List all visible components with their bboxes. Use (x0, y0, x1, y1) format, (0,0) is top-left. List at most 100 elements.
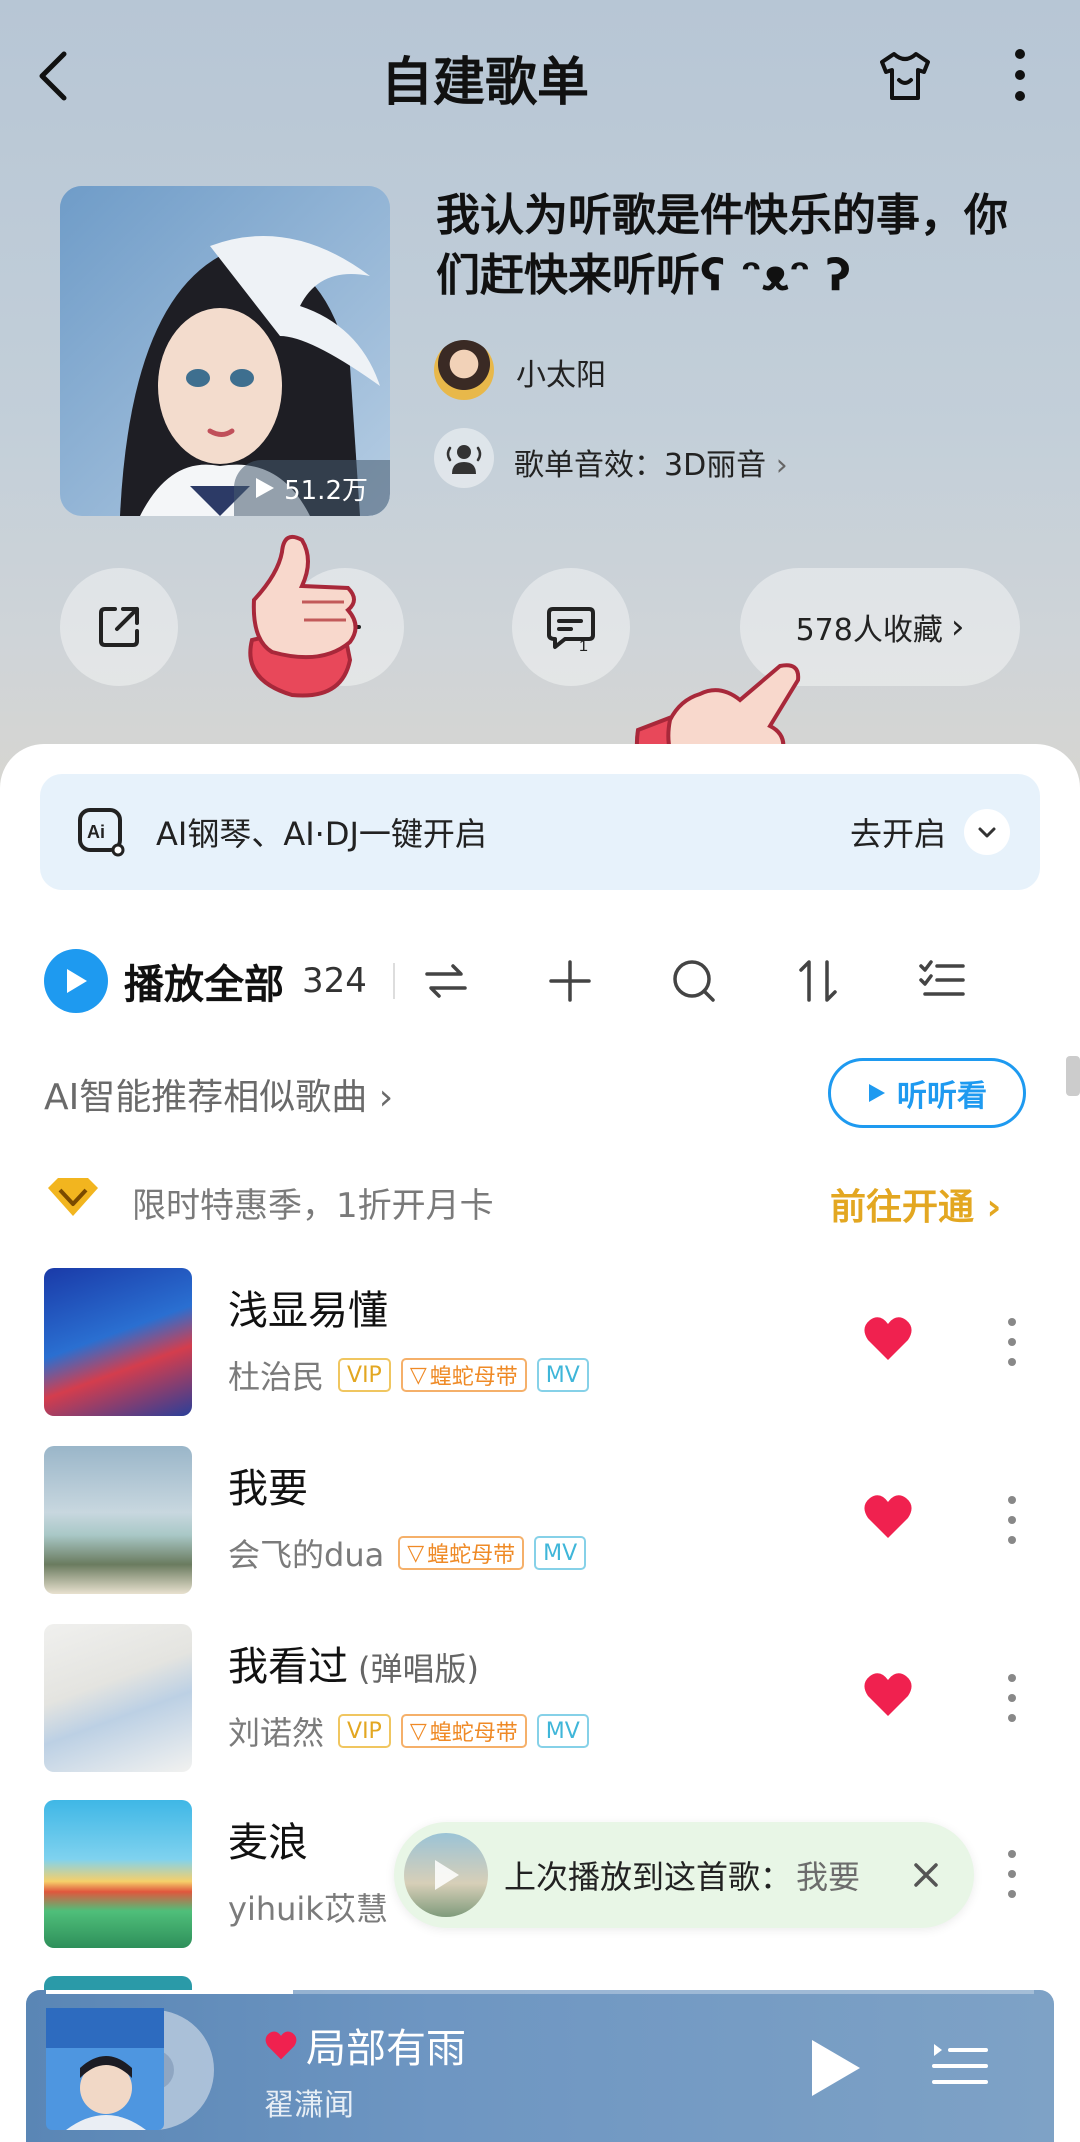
song-list-toolbar: 播放全部 324 (44, 946, 1044, 1016)
svg-text:Ai: Ai (87, 822, 105, 842)
comment-button[interactable]: 1 (512, 568, 630, 686)
now-playing-title: 局部有雨 (306, 2026, 466, 2072)
more-vertical-icon (1015, 49, 1025, 101)
audio-quality-label: 蝗蛇母带 (427, 1543, 516, 1568)
sound-effect-icon (434, 428, 494, 488)
audio-quality-badge: ▽ 蝗蛇母带 (400, 1714, 527, 1748)
now-playing-artwork (46, 2008, 214, 2130)
song-artist: 会飞的dua (228, 1536, 385, 1574)
song-artwork (44, 1268, 192, 1416)
play-icon (869, 1084, 885, 1102)
more-vertical-icon[interactable] (998, 1668, 1026, 1728)
audio-quality-badge: ▽ 蝗蛇母带 (400, 1358, 527, 1392)
playback-progress[interactable] (46, 1990, 1034, 1994)
song-version: (弹唱版) (358, 1650, 479, 1688)
ai-feature-bar[interactable]: Ai AI钢琴、AI·DJ一键开启 去开启 (40, 774, 1040, 890)
song-row[interactable]: 浅显易懂 杜治民 VIP ▽ 蝗蛇母带 MV (0, 1268, 1080, 1418)
song-artist: 杜治民 (228, 1358, 325, 1396)
v-icon: ▽ (409, 1718, 427, 1744)
play-all-button[interactable] (44, 949, 108, 1013)
song-artist: 刘诺然 (228, 1714, 325, 1752)
search-button[interactable] (669, 956, 719, 1006)
play-icon[interactable] (804, 2036, 864, 2100)
promo-link[interactable]: 前往开通 › (830, 1178, 1001, 1230)
song-row[interactable]: 我要 会飞的dua ▽ 蝗蛇母带 MV (0, 1446, 1080, 1596)
add-to-collection-button[interactable] (286, 568, 404, 686)
more-vertical-icon[interactable] (998, 1312, 1026, 1372)
share-button[interactable] (60, 568, 178, 686)
song-artwork (404, 1833, 488, 1917)
chevron-right-icon: › (950, 607, 965, 647)
heart-icon[interactable] (862, 1492, 914, 1540)
audio-quality-label: 蝗蛇母带 (429, 1365, 518, 1390)
song-title: 麦浪 (228, 1820, 308, 1866)
sort-icon (799, 960, 837, 1002)
skin-button[interactable] (870, 40, 940, 110)
song-title: 我看过 (228, 1644, 348, 1690)
playlist-title: 我认为听歌是件快乐的事，你们赶快来听听ʕ ᵔᴥᵔ ʔ (436, 190, 1008, 301)
play-count-badge: 51.2万 (234, 460, 390, 516)
ai-feature-text: AI钢琴、AI·DJ一键开启 (156, 815, 487, 853)
search-icon (673, 960, 715, 1002)
play-icon (256, 478, 275, 498)
sort-button[interactable] (793, 956, 843, 1006)
comment-icon: 1 (547, 607, 595, 655)
song-artwork (44, 1446, 192, 1594)
heart-icon[interactable] (862, 1314, 914, 1362)
favorites-button[interactable]: 578人收藏 › (740, 568, 1020, 686)
listen-button[interactable]: 听听看 (828, 1058, 1026, 1128)
listen-button-label: 听听看 (897, 1079, 987, 1114)
resume-label: 上次播放到这首歌： (504, 1858, 793, 1896)
mv-badge[interactable]: MV (534, 1536, 587, 1570)
divider (392, 963, 395, 999)
heart-icon[interactable] (862, 1670, 914, 1718)
add-song-button[interactable] (545, 956, 595, 1006)
audio-quality-badge: ▽ 蝗蛇母带 (398, 1536, 525, 1570)
mini-player[interactable]: 局部有雨 翟潇闻 (26, 1990, 1054, 2142)
sound-effect-link[interactable]: 歌单音效：3D丽音 › (514, 440, 788, 484)
sound-effect-label: 歌单音效：3D丽音 (514, 448, 767, 483)
now-playing-artist: 翟潇闻 (264, 2088, 354, 2123)
close-icon[interactable] (910, 1859, 942, 1891)
heart-icon[interactable] (264, 2029, 298, 2061)
page-title: 自建歌单 (380, 53, 589, 113)
playlist-queue-icon[interactable] (930, 2038, 990, 2094)
ai-enable-link[interactable]: 去开启 (850, 809, 946, 855)
song-count: 324 (302, 961, 367, 1001)
now-playing-title-row: 局部有雨 (264, 2016, 466, 2074)
creator-avatar[interactable] (434, 340, 494, 400)
promo-text: 限时特惠季，1折开月卡 (132, 1186, 494, 1226)
play-all-label[interactable]: 播放全部 (124, 952, 284, 1010)
vip-badge: VIP (338, 1714, 391, 1748)
song-title: 我要 (228, 1466, 308, 1512)
scrollbar[interactable] (1066, 1056, 1080, 1096)
audio-quality-label: 蝗蛇母带 (429, 1721, 518, 1746)
playback-progress-fill (46, 1990, 293, 1994)
song-artist: yihuik苡慧 (228, 1890, 388, 1928)
song-artwork (44, 1624, 192, 1772)
tshirt-icon (880, 52, 930, 100)
mv-badge[interactable]: MV (536, 1714, 589, 1748)
resume-playback-toast[interactable]: 上次播放到这首歌： 我要 (394, 1822, 974, 1928)
vip-badge: VIP (338, 1358, 391, 1392)
add-icon (549, 960, 591, 1002)
v-icon: ▽ (407, 1540, 425, 1566)
play-mode-button[interactable] (421, 956, 471, 1006)
play-icon (67, 969, 87, 993)
play-icon (435, 1860, 459, 1890)
more-button[interactable] (990, 40, 1050, 110)
chevron-right-icon: › (775, 448, 788, 483)
multi-select-button[interactable] (917, 956, 967, 1006)
mv-badge[interactable]: MV (536, 1358, 589, 1392)
favorites-count: 578人收藏 (795, 613, 943, 648)
ai-recommend-link[interactable]: AI智能推荐相似歌曲 › (44, 1068, 393, 1120)
creator-name[interactable]: 小太阳 (516, 350, 606, 394)
more-vertical-icon[interactable] (998, 1490, 1026, 1550)
playlist-cover[interactable]: 51.2万 (60, 186, 390, 516)
song-artwork (44, 1800, 192, 1948)
more-vertical-icon[interactable] (998, 1844, 1026, 1904)
chevron-down-icon (978, 827, 996, 838)
shuffle-icon (425, 964, 467, 998)
song-row[interactable]: 我看过 (弹唱版) 刘诺然 VIP ▽ 蝗蛇母带 MV (0, 1624, 1080, 1774)
ai-expand-button[interactable] (964, 809, 1010, 855)
